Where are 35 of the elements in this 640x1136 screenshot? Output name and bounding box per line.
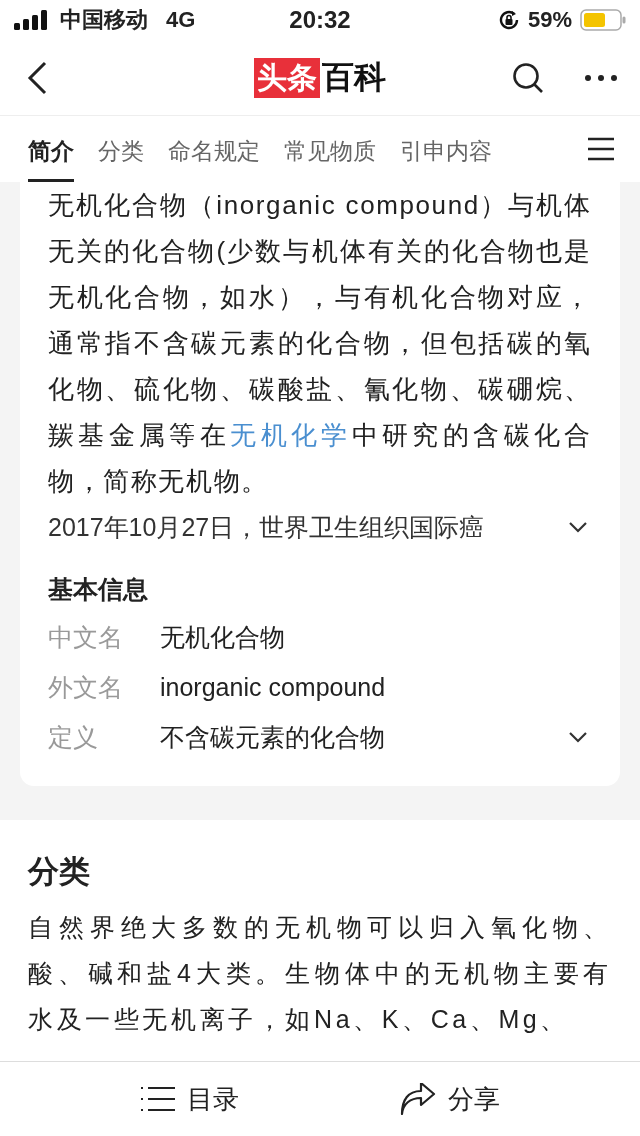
- battery-percent: 59%: [527, 7, 572, 33]
- logo-badge: 头条: [254, 57, 320, 98]
- info-label: 中文名: [48, 621, 124, 653]
- info-value: 无机化合物: [160, 621, 286, 653]
- summary-more-text: 2017年10月27日，世界卫生组织国际癌: [48, 511, 485, 543]
- list-icon: [140, 1086, 175, 1112]
- signal-icon: [14, 10, 50, 30]
- summary-text: 无机化合物（inorganic compound）与机体无关的化合物(少数与机体有关的化合物也是无机化合物，如水），与有机化合物对应，通常指不含碳元素的化合物，但包括碳的氧化物、硫化物、碳酸盐、氰化物、碳硼烷、羰基金属等在 无机化学 中研究的含碳化合物，简称无机物。: [48, 189, 592, 498]
- rotation-lock-icon: [497, 9, 520, 31]
- share-button[interactable]: 分享: [389, 1077, 510, 1121]
- more-icon[interactable]: [584, 73, 618, 82]
- search-icon[interactable]: [512, 61, 544, 94]
- carrier-name: 中国移动: [60, 6, 148, 34]
- logo-text: 百科: [322, 57, 386, 97]
- network-type: 4G: [166, 7, 196, 33]
- chevron-down-icon[interactable]: [568, 731, 588, 743]
- menu-icon[interactable]: [588, 137, 614, 161]
- section-tab[interactable]: 常见物质: [284, 116, 376, 182]
- section-text: 自然界绝大多数的无机物可以归入氧化物、酸、碱和盐4大类。生物体中的无机物主要有水及一些无机离子，如Na、K、Ca、Mg、: [28, 912, 612, 1035]
- section-heading: 分类: [28, 853, 91, 891]
- back-icon[interactable]: [26, 60, 48, 95]
- info-heading: 基本信息: [48, 574, 149, 605]
- info-value: 不含碳元素的化合物: [160, 721, 386, 753]
- toc-button[interactable]: 目录: [130, 1077, 249, 1121]
- section-tab[interactable]: 分类: [98, 116, 144, 182]
- battery-icon: [580, 9, 626, 31]
- section-tab[interactable]: 命名规定: [168, 116, 260, 182]
- info-label: 外文名: [48, 671, 124, 703]
- clock-time: 20:32: [289, 6, 351, 34]
- info-value: inorganic compound: [160, 672, 387, 702]
- link[interactable]: 无机化学: [230, 420, 352, 450]
- info-label: 定义: [48, 721, 99, 753]
- chevron-down-icon[interactable]: [568, 521, 588, 533]
- section-tab[interactable]: 引申内容: [400, 116, 492, 182]
- share-icon: [399, 1083, 436, 1115]
